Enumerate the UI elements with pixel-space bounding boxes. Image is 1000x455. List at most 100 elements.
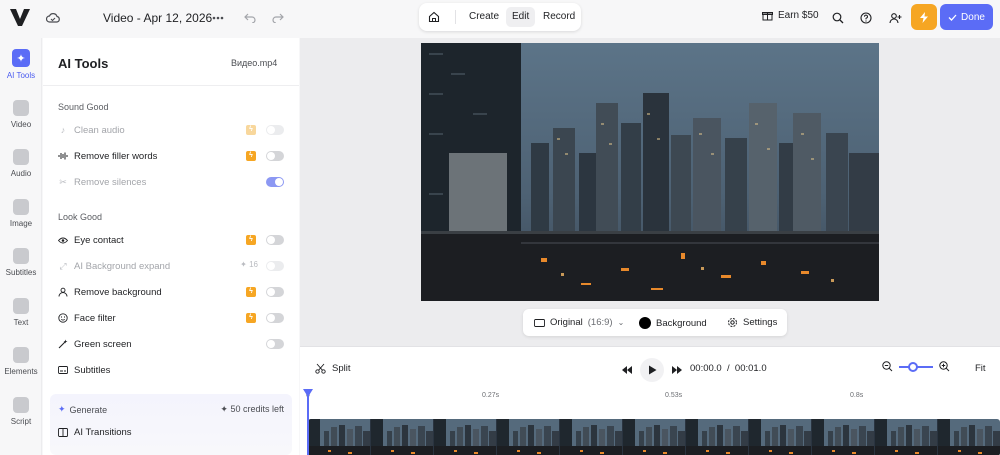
tool-label: Subtitles <box>74 364 111 376</box>
earn-button[interactable]: Earn $50 <box>762 10 819 21</box>
nav-audio[interactable]: Audio <box>0 149 42 178</box>
ruler-tick: 0.27s <box>482 392 500 399</box>
panel-divider <box>43 85 299 86</box>
chevron-down-icon: ⌄ <box>617 318 625 327</box>
remove-background-toggle[interactable] <box>266 287 284 297</box>
tool-green-screen[interactable]: Green screen <box>58 337 284 351</box>
rewind-icon[interactable] <box>622 366 632 374</box>
tool-label: Clean audio <box>74 124 125 136</box>
project-title[interactable]: Video - Apr 12, 2026 <box>103 11 212 25</box>
face-filter-toggle[interactable] <box>266 313 284 323</box>
video-preview[interactable] <box>421 43 879 301</box>
more-options-icon[interactable] <box>209 9 227 27</box>
play-button[interactable] <box>640 358 664 382</box>
tab-edit[interactable]: Edit <box>506 7 536 27</box>
clip-thumbnail <box>308 419 371 455</box>
redo-icon[interactable] <box>269 9 287 27</box>
zoom-slider-handle[interactable] <box>907 361 918 372</box>
section-sound-good: Sound Good <box>58 102 109 112</box>
lightning-badge-icon: ϟ <box>246 235 256 245</box>
total-time: 00:01.0 <box>734 363 767 374</box>
nav-label: Subtitles <box>5 268 37 277</box>
tool-clean-audio[interactable]: ♪ Clean audio ϟ <box>58 123 284 137</box>
fit-button[interactable]: Fit <box>975 363 986 374</box>
clip-thumbnail <box>497 419 560 455</box>
transitions-icon <box>58 428 68 437</box>
tool-label: Face filter <box>74 312 116 324</box>
playhead[interactable] <box>307 389 309 455</box>
generate-header: ✦ Generate <box>58 404 107 415</box>
silence-icon: ✂ <box>59 176 67 187</box>
tool-ai-background-expand[interactable]: ⤢ AI Background expand ✦ 16 <box>58 259 284 273</box>
background-button[interactable]: Background <box>639 317 707 329</box>
remove-filler-toggle[interactable] <box>266 151 284 161</box>
tab-create[interactable]: Create <box>463 7 505 27</box>
aspect-ratio-dropdown[interactable]: Original (16:9) ⌄ <box>534 317 624 328</box>
fast-forward-icon[interactable] <box>672 366 682 374</box>
tool-remove-background[interactable]: Remove background ϟ <box>58 285 284 299</box>
tool-subtitles[interactable]: Subtitles <box>58 363 284 377</box>
settings-button[interactable]: Settings <box>727 317 777 328</box>
script-icon <box>13 397 29 413</box>
lightning-badge-icon: ϟ <box>246 313 256 323</box>
mode-switcher: Create Edit Record <box>419 3 581 31</box>
tool-remove-silences[interactable]: ✂ Remove silences <box>58 175 284 189</box>
nav-elements[interactable]: Elements <box>0 347 42 376</box>
playhead-handle[interactable] <box>303 389 313 397</box>
video-track-clip[interactable] <box>308 419 1000 455</box>
lightning-icon <box>920 11 928 23</box>
tool-face-filter[interactable]: Face filter ϟ <box>58 311 284 325</box>
cloud-sync-icon[interactable] <box>44 9 62 27</box>
clip-thumbnail <box>812 419 875 455</box>
done-button[interactable]: Done <box>940 4 993 30</box>
elements-icon <box>13 347 29 363</box>
generate-label: Generate <box>69 404 108 415</box>
tab-record[interactable]: Record <box>537 7 581 27</box>
lightning-badge-icon: ϟ <box>246 125 256 135</box>
app-logo-icon[interactable] <box>8 6 32 28</box>
lightning-badge-icon: ϟ <box>246 151 256 161</box>
help-icon[interactable] <box>857 9 875 27</box>
nav-image[interactable]: Image <box>0 199 42 228</box>
subtitles-icon <box>58 365 68 375</box>
ai-tools-panel: AI Tools Видео.mp4 Sound Good ♪ Clean au… <box>43 38 299 455</box>
zoom-in-icon[interactable] <box>939 361 950 372</box>
tool-ai-transitions[interactable]: AI Transitions <box>58 427 132 438</box>
split-button[interactable]: Split <box>315 363 350 374</box>
tool-remove-filler-words[interactable]: Remove filler words ϟ <box>58 149 284 163</box>
eye-icon <box>58 235 68 245</box>
nav-video[interactable]: Video <box>0 100 42 129</box>
aspect-ratio-value: (16:9) <box>587 317 613 328</box>
nav-text[interactable]: Text <box>0 298 42 327</box>
section-look-good: Look Good <box>58 212 103 222</box>
upgrade-button[interactable] <box>911 4 937 30</box>
gear-icon <box>728 318 737 327</box>
bg-expand-toggle[interactable] <box>266 261 284 271</box>
add-user-icon[interactable] <box>886 9 904 27</box>
search-icon[interactable] <box>829 9 847 27</box>
nav-script[interactable]: Script <box>0 397 42 426</box>
zoom-out-icon[interactable] <box>882 361 893 372</box>
time-separator: / <box>726 363 730 374</box>
eye-contact-toggle[interactable] <box>266 235 284 245</box>
nav-ai-tools[interactable]: ✦ AI Tools <box>0 49 42 80</box>
remove-silences-toggle[interactable] <box>266 177 284 187</box>
ruler-tick: 0.53s <box>665 392 683 399</box>
undo-icon[interactable] <box>241 9 259 27</box>
nav-label: Audio <box>10 169 32 178</box>
zoom-slider[interactable] <box>899 361 933 372</box>
nav-label: Elements <box>4 367 38 376</box>
clean-audio-toggle[interactable] <box>266 125 284 135</box>
panel-title: AI Tools <box>58 56 109 71</box>
clip-thumbnail <box>938 419 1000 455</box>
city-night-frame <box>421 43 879 301</box>
subtitles-icon <box>13 248 29 264</box>
waveform-icon <box>58 151 68 161</box>
play-icon <box>648 365 656 375</box>
lightning-badge-icon: ϟ <box>246 287 256 297</box>
green-screen-toggle[interactable] <box>266 339 284 349</box>
nav-subtitles[interactable]: Subtitles <box>0 248 42 277</box>
earn-label: Earn $50 <box>778 10 819 21</box>
tool-eye-contact[interactable]: Eye contact ϟ <box>58 233 284 247</box>
home-icon[interactable] <box>425 8 443 26</box>
